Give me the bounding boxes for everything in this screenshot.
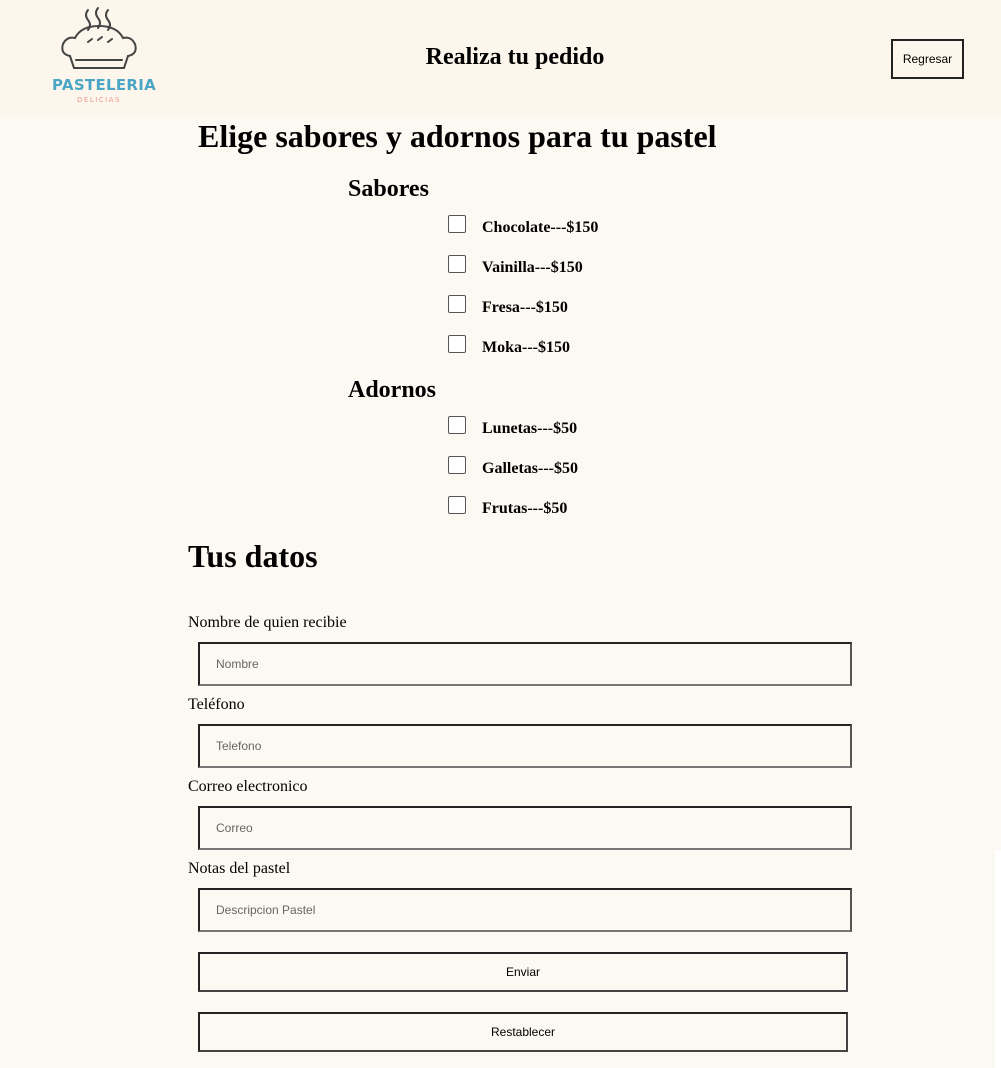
flavor-checkbox[interactable] <box>448 335 466 353</box>
flavor-checkbox[interactable] <box>448 215 466 233</box>
notes-field-label: Notas del pastel <box>188 860 291 877</box>
topping-option[interactable]: Lunetas---$50 <box>448 414 578 437</box>
flavor-option[interactable]: Chocolate---$150 <box>448 213 599 236</box>
flavor-checkbox[interactable] <box>448 255 466 273</box>
flavor-checkbox[interactable] <box>448 295 466 313</box>
logo-tagline: DELICIAS <box>77 96 121 104</box>
topping-label: Frutas---$50 <box>482 500 568 517</box>
flavor-option[interactable]: Vainilla---$150 <box>448 253 583 276</box>
flavor-option[interactable]: Fresa---$150 <box>448 293 568 316</box>
reset-button[interactable]: Restablecer <box>198 1012 848 1052</box>
flavor-label: Vainilla---$150 <box>482 259 583 276</box>
page-edge-strip <box>995 850 1001 1068</box>
phone-input[interactable] <box>198 724 852 768</box>
page-title: Realiza tu pedido <box>425 44 605 70</box>
name-field-label: Nombre de quien recibie <box>188 614 347 631</box>
topping-checkbox[interactable] <box>448 416 466 434</box>
topping-checkbox[interactable] <box>448 496 466 514</box>
pie-steam-icon <box>61 7 137 69</box>
topping-label: Galletas---$50 <box>482 460 578 477</box>
topping-checkbox[interactable] <box>448 456 466 474</box>
order-title: Elige sabores y adornos para tu pastel <box>198 118 717 154</box>
flavor-label: Fresa---$150 <box>482 299 568 316</box>
logo-wordmark: PASTELERIA <box>52 76 157 94</box>
topping-option[interactable]: Galletas---$50 <box>448 454 578 477</box>
email-field-label: Correo electronico <box>188 778 308 795</box>
toppings-heading: Adornos <box>348 377 437 403</box>
name-input[interactable] <box>198 642 852 686</box>
flavor-label: Moka---$150 <box>482 339 570 356</box>
email-input[interactable] <box>198 806 852 850</box>
topping-label: Lunetas---$50 <box>482 420 578 437</box>
submit-button[interactable]: Enviar <box>198 952 848 992</box>
header: PASTELERIA DELICIAS Realiza tu pedido Re… <box>0 0 1001 118</box>
back-button[interactable]: Regresar <box>891 39 964 79</box>
pasteleria-logo[interactable]: PASTELERIA DELICIAS <box>52 6 157 108</box>
your-data-title: Tus datos <box>188 538 318 574</box>
topping-option[interactable]: Frutas---$50 <box>448 494 568 517</box>
notes-input[interactable] <box>198 888 852 932</box>
flavor-label: Chocolate---$150 <box>482 219 599 236</box>
flavor-option[interactable]: Moka---$150 <box>448 333 570 356</box>
flavors-heading: Sabores <box>348 176 429 202</box>
phone-field-label: Teléfono <box>188 696 245 713</box>
